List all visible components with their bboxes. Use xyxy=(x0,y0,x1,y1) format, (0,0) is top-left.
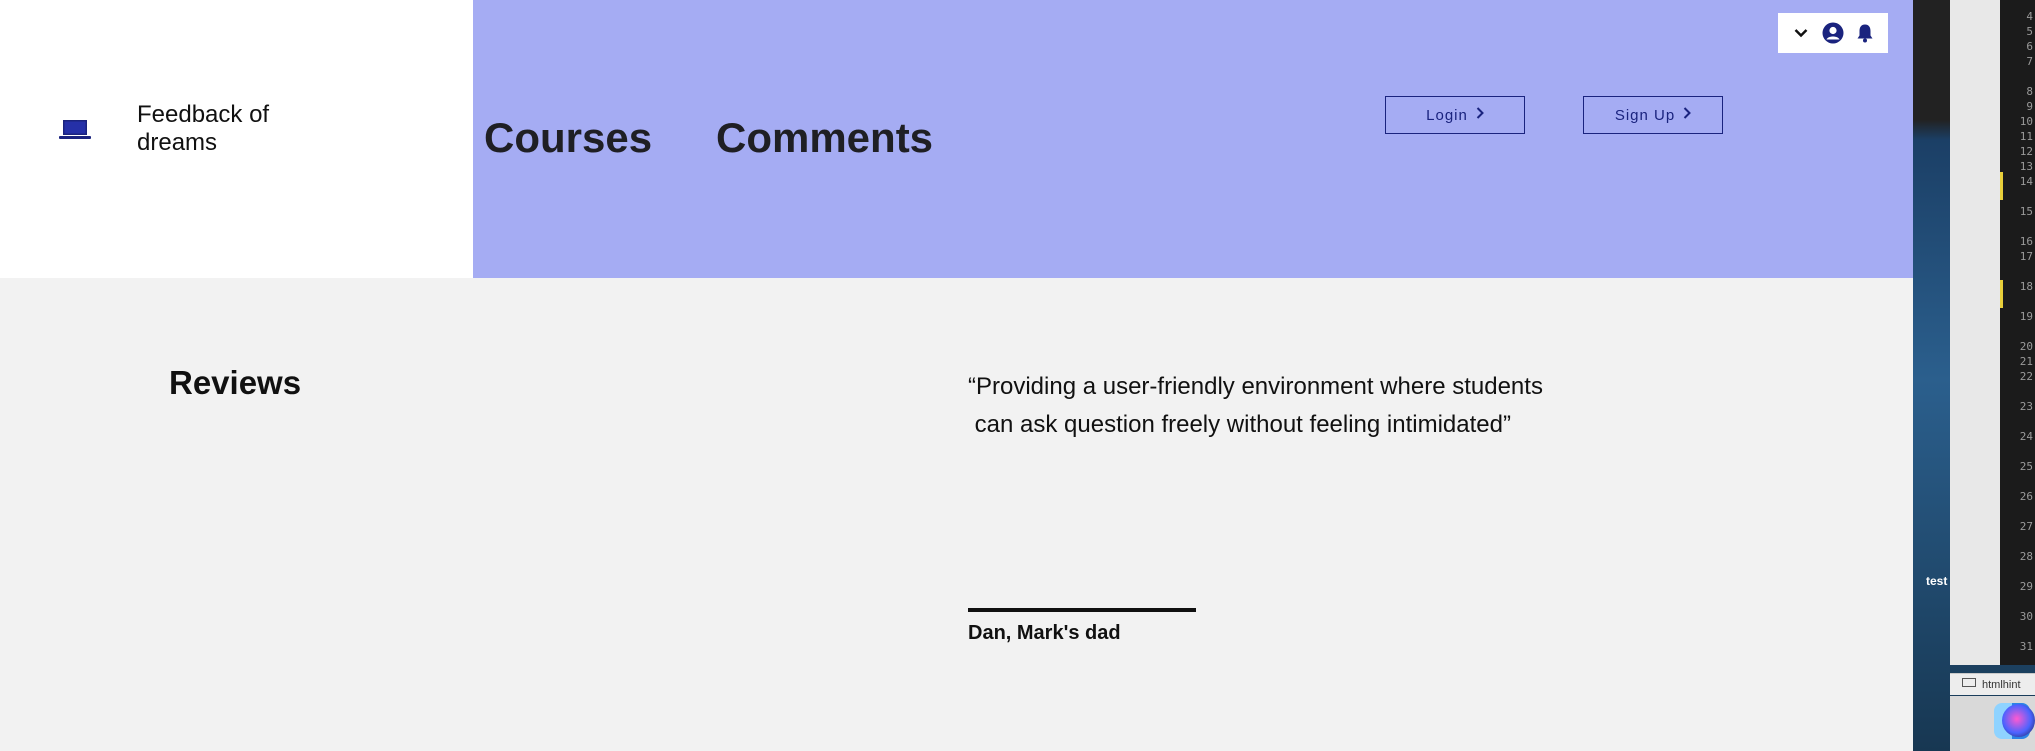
nav-comments-link[interactable]: Comments xyxy=(716,114,933,162)
editor-taskbar[interactable]: htmlhint xyxy=(1950,673,2035,695)
login-button[interactable]: Login xyxy=(1385,96,1525,134)
brand-name[interactable]: Feedback of dreams xyxy=(137,101,337,157)
editor-panel xyxy=(1950,0,2000,665)
change-marker xyxy=(2000,280,2003,308)
chevron-right-icon xyxy=(1683,106,1692,124)
line-number: 23 xyxy=(2019,400,2033,413)
header-bar: Courses Comments Login Sign Up xyxy=(473,0,1913,278)
line-number: 8 xyxy=(2026,85,2033,98)
editor-line-gutter: 4 5 6 7 8 9 10 11 12 13 14 15 16 17 18 19 20 21 22 23 24 25 26… xyxy=(2000,0,2035,665)
line-number: 5 xyxy=(2026,25,2033,38)
bell-icon[interactable] xyxy=(1854,22,1876,44)
chevron-down-icon[interactable] xyxy=(1790,22,1812,44)
quote-divider xyxy=(968,608,1196,612)
line-number: 4 xyxy=(2026,10,2033,23)
line-number: 24 xyxy=(2019,430,2033,443)
line-number: 14 xyxy=(2019,175,2033,188)
line-number: 29 xyxy=(2019,580,2033,593)
line-number: 6 xyxy=(2026,40,2033,53)
line-number: 18 xyxy=(2019,280,2033,293)
login-button-label: Login xyxy=(1426,106,1468,124)
laptop-icon xyxy=(58,118,92,142)
taskbar-label: htmlhint xyxy=(1982,678,2021,691)
desktop-file-label[interactable]: test xyxy=(1926,574,1947,588)
line-number: 10 xyxy=(2019,115,2033,128)
change-marker xyxy=(2000,172,2003,200)
signup-button[interactable]: Sign Up xyxy=(1583,96,1723,134)
user-avatar-icon[interactable] xyxy=(1822,22,1844,44)
line-number: 20 xyxy=(2019,340,2033,353)
line-number: 17 xyxy=(2019,250,2033,263)
line-number: 11 xyxy=(2019,130,2033,143)
website-page: Feedback of dreams Courses Comments Logi… xyxy=(0,0,1913,751)
user-toolbar xyxy=(1778,13,1888,53)
line-number: 7 xyxy=(2026,55,2033,68)
chevron-right-icon xyxy=(1476,106,1484,124)
brand-panel: Feedback of dreams xyxy=(0,0,473,278)
review-quote-line-2: can ask question freely without feeling … xyxy=(968,411,1511,438)
nav-courses-link[interactable]: Courses xyxy=(484,114,652,162)
line-number: 21 xyxy=(2019,355,2033,368)
review-author: Dan, Mark's dad xyxy=(968,622,1121,644)
line-number: 31 xyxy=(2019,640,2033,653)
line-number: 15 xyxy=(2019,205,2033,218)
line-number: 13 xyxy=(2019,160,2033,173)
siri-icon[interactable] xyxy=(2002,704,2035,737)
line-number: 16 xyxy=(2019,235,2033,248)
review-quote-line-1: “Providing a user-friendly environment w… xyxy=(968,373,1543,400)
line-number: 9 xyxy=(2026,100,2033,113)
line-number: 26 xyxy=(2019,490,2033,503)
line-number: 30 xyxy=(2019,610,2033,623)
line-number: 28 xyxy=(2019,550,2033,563)
line-number: 19 xyxy=(2019,310,2033,323)
signup-button-label: Sign Up xyxy=(1614,106,1676,124)
reviews-heading: Reviews xyxy=(169,364,302,401)
line-number: 22 xyxy=(2019,370,2033,383)
line-number: 25 xyxy=(2019,460,2033,473)
review-quote: “Providing a user-friendly environment w… xyxy=(968,368,1588,444)
monitor-icon xyxy=(1962,678,1976,691)
line-number: 27 xyxy=(2019,520,2033,533)
line-number: 12 xyxy=(2019,145,2033,158)
